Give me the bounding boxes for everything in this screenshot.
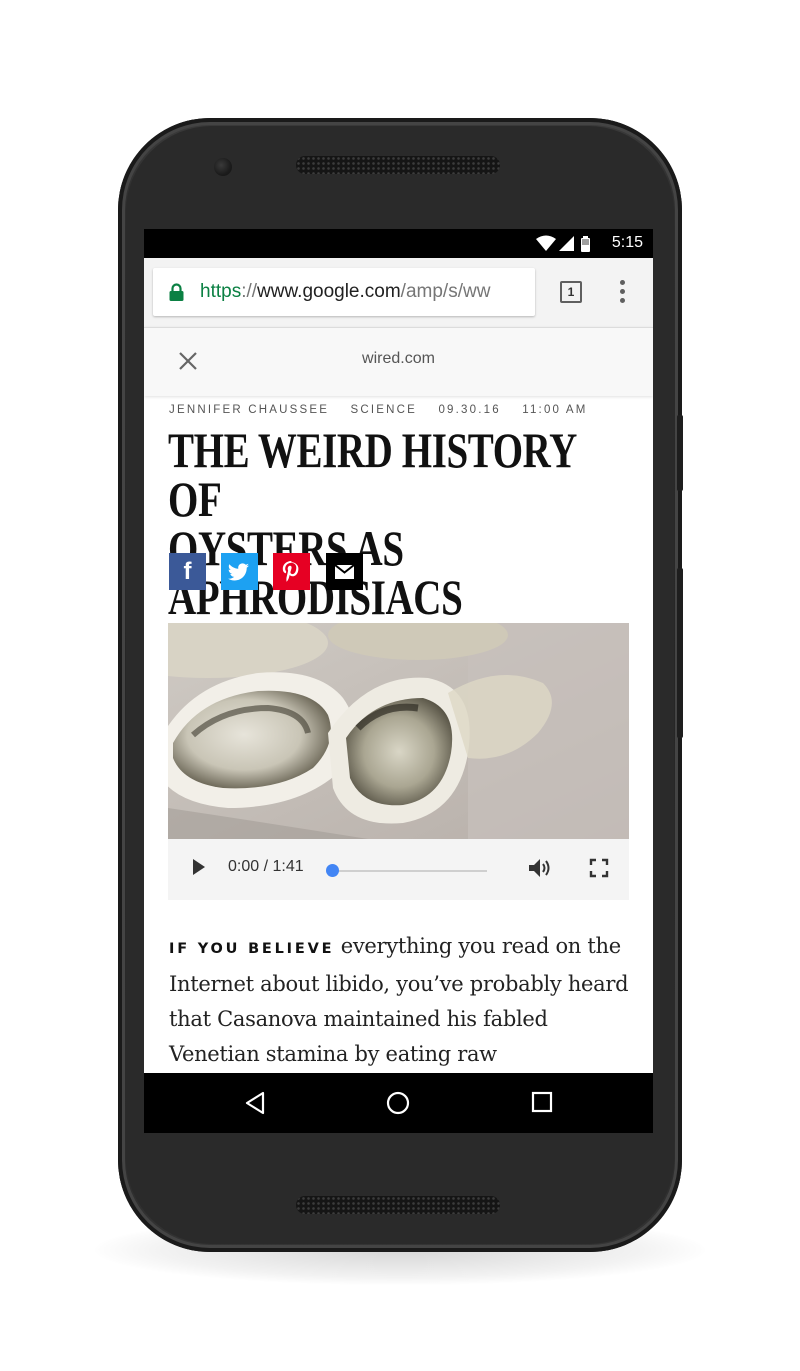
video-controls: 0:00 / 1:41: [168, 839, 629, 900]
headline-line-1: THE WEIRD HISTORY OF: [168, 422, 576, 527]
amp-domain: wired.com: [362, 350, 435, 367]
video-player[interactable]: 0:00 / 1:41: [168, 623, 629, 900]
article-headline: THE WEIRD HISTORY OF OYSTERS AS APHRODIS…: [168, 425, 636, 625]
email-icon: [334, 564, 355, 579]
url-text: https://www.google.com/amp/s/ww: [200, 281, 490, 303]
facebook-share-button[interactable]: f: [169, 553, 206, 590]
email-share-button[interactable]: [326, 553, 363, 590]
screen: 5:15 https://www.google.com/amp/s/ww 1 w…: [144, 229, 653, 1133]
video-time-separator: /: [263, 858, 269, 875]
video-progress-thumb[interactable]: [325, 864, 339, 877]
home-icon[interactable]: [386, 1091, 410, 1115]
byline: JENNIFER CHAUSSEE SCIENCE 09.30.16 11:00…: [169, 404, 604, 416]
url-separator: ://: [241, 281, 258, 302]
byline-section[interactable]: SCIENCE: [351, 404, 418, 416]
twitter-share-button[interactable]: [221, 553, 258, 590]
cell-signal-icon: [559, 236, 574, 251]
top-speaker: [296, 156, 500, 174]
url-path: /amp/s/ww: [400, 281, 491, 302]
front-camera: [214, 158, 232, 176]
volume-button: [677, 568, 683, 738]
more-menu-icon[interactable]: [616, 280, 628, 306]
url-bar[interactable]: https://www.google.com/amp/s/ww: [153, 268, 535, 316]
byline-date: 09.30.16: [438, 404, 501, 416]
url-host: www.google.com: [257, 281, 401, 302]
url-scheme: https: [200, 281, 242, 302]
status-bar: 5:15: [144, 229, 653, 258]
wifi-icon: [536, 235, 556, 251]
video-progress-track[interactable]: [332, 870, 487, 872]
oysters-video-frame[interactable]: [168, 623, 629, 839]
volume-icon[interactable]: [527, 857, 553, 879]
byline-time: 11:00 AM: [522, 404, 588, 416]
pinterest-share-button[interactable]: [273, 553, 310, 590]
headline-line-2: OYSTERS AS APHRODISIACS: [168, 520, 463, 625]
bottom-speaker: [296, 1196, 500, 1214]
browser-toolbar: https://www.google.com/amp/s/ww 1: [144, 258, 653, 327]
play-icon[interactable]: [191, 857, 207, 877]
video-time: 0:00 / 1:41: [228, 858, 304, 876]
video-duration: 1:41: [272, 858, 304, 875]
article-body: IF YOU BELIEVE everything you read on th…: [169, 929, 639, 1072]
tab-switcher-button[interactable]: 1: [560, 281, 582, 303]
power-button: [677, 415, 683, 491]
recents-icon[interactable]: [531, 1091, 553, 1113]
byline-author[interactable]: JENNIFER CHAUSSEE: [169, 404, 329, 416]
android-nav-bar: [144, 1073, 653, 1133]
twitter-icon: [227, 563, 249, 581]
status-time: 5:15: [611, 234, 643, 251]
lead-in: IF YOU BELIEVE: [169, 941, 335, 957]
pinterest-icon: [282, 561, 299, 582]
fullscreen-icon[interactable]: [589, 858, 609, 878]
amp-viewer-header: wired.com: [144, 327, 653, 396]
status-icons: [536, 235, 590, 252]
back-icon[interactable]: [244, 1091, 266, 1115]
facebook-icon: f: [183, 558, 192, 585]
lock-icon: [169, 283, 184, 301]
video-current-time: 0:00: [228, 858, 260, 875]
